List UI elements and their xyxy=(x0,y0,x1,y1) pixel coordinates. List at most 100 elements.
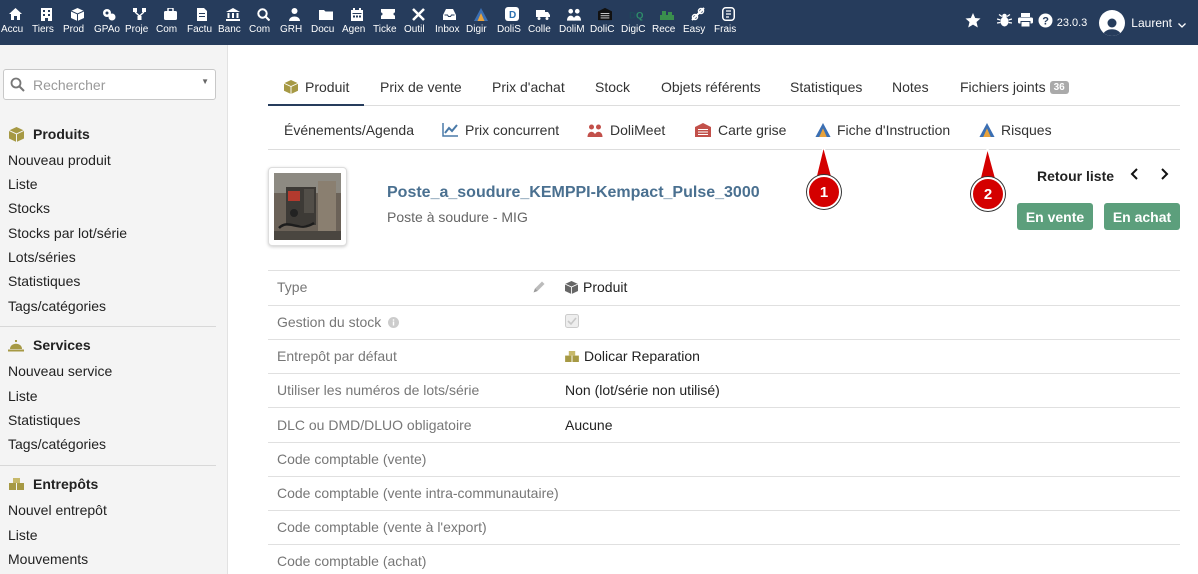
module-dolicar[interactable]: DoliC xyxy=(589,0,620,45)
status-on-sale-badge[interactable]: En vente xyxy=(1017,203,1093,230)
bug-icon[interactable] xyxy=(996,13,1012,32)
menu-item-stock-movements[interactable]: Mouvements xyxy=(8,551,88,567)
product-ref-link[interactable]: Poste_a_soudure_KEMPPI-Kempact_Pulse_300… xyxy=(387,184,760,202)
field-value: Aucune xyxy=(565,417,613,433)
tab-stock[interactable]: Stock xyxy=(595,79,630,95)
briefcase-icon xyxy=(164,7,178,21)
menu-separator xyxy=(0,326,216,327)
svg-text:?: ? xyxy=(1042,15,1049,27)
menu-item-service-stats[interactable]: Statistiques xyxy=(8,412,80,428)
module-dolisirh[interactable]: D DoliS xyxy=(496,0,527,45)
module-easya[interactable]: Easy xyxy=(682,0,713,45)
users-icon xyxy=(566,7,581,21)
module-collect[interactable]: Colle xyxy=(527,0,558,45)
product-photo[interactable] xyxy=(268,167,347,246)
menu-item-service-tags[interactable]: Tags/catégories xyxy=(8,436,106,452)
ticket-icon xyxy=(380,7,395,21)
menu-item-stocks[interactable]: Stocks xyxy=(8,200,50,216)
pencil-edit-icon[interactable] xyxy=(532,280,546,297)
menu-item-stocks-by-lot[interactable]: Stocks par lot/série xyxy=(8,225,127,241)
module-hrm[interactable]: GRH xyxy=(279,0,310,45)
menu-item-warehouse-list[interactable]: Liste xyxy=(8,527,38,543)
info-icon[interactable] xyxy=(388,315,400,331)
print-icon[interactable] xyxy=(1017,13,1033,32)
module-home[interactable]: Accu xyxy=(0,0,31,45)
tab-buy-price[interactable]: Prix d'achat xyxy=(492,79,565,95)
menu-item-product-stats[interactable]: Statistiques xyxy=(8,273,80,289)
field-row-lot-serial: Utiliser les numéros de lots/série Non (… xyxy=(268,373,1180,407)
tab-product[interactable]: Produit xyxy=(284,79,349,95)
module-accounting[interactable]: Com xyxy=(248,0,279,45)
field-value: Non (lot/série non utilisé) xyxy=(565,382,720,398)
search-select[interactable]: Rechercher ▼ xyxy=(3,69,216,100)
module-expenses[interactable]: Frais xyxy=(713,0,744,45)
field-row-accounting-sell: Code comptable (vente) xyxy=(268,442,1180,476)
home-icon xyxy=(9,7,23,21)
module-products[interactable]: Prod xyxy=(62,0,93,45)
stock-management-checkbox[interactable] xyxy=(565,314,579,331)
module-tools[interactable]: Outil xyxy=(403,0,434,45)
menu-item-new-warehouse[interactable]: Nouvel entrepôt xyxy=(8,502,107,518)
menu-section-services[interactable]: Services xyxy=(8,337,91,353)
files-count-badge: 36 xyxy=(1049,80,1069,94)
chart-line-icon xyxy=(442,123,458,137)
users-icon xyxy=(587,124,603,137)
back-to-list-link[interactable]: Retour liste xyxy=(1037,168,1114,184)
menu-separator xyxy=(0,465,216,466)
folder-icon xyxy=(318,7,333,21)
menu-item-service-list[interactable]: Liste xyxy=(8,388,38,404)
tab-sell-price[interactable]: Prix de vente xyxy=(380,79,462,95)
module-tiers[interactable]: Tiers xyxy=(31,0,62,45)
menu-section-warehouses[interactable]: Entrepôts xyxy=(8,476,98,492)
module-dolimeet[interactable]: DoliM xyxy=(558,0,589,45)
tab-notes[interactable]: Notes xyxy=(892,79,929,95)
expense-icon xyxy=(722,7,736,21)
digirisk-icon xyxy=(815,123,831,137)
svg-text:D: D xyxy=(629,10,636,21)
module-reception[interactable]: Rece xyxy=(651,0,682,45)
version-number: 23.0.3 xyxy=(1056,16,1088,29)
tools-icon xyxy=(412,7,426,21)
menu-item-product-list[interactable]: Liste xyxy=(8,176,38,192)
bookmark-star-icon[interactable] xyxy=(965,12,981,33)
module-digiquali[interactable]: DQ DigiC xyxy=(620,0,651,45)
warehouse-link[interactable]: Dolicar Reparation xyxy=(584,348,700,364)
tab-referring-objects[interactable]: Objets référents xyxy=(661,79,761,95)
project-icon xyxy=(133,7,147,21)
help-icon[interactable]: ? xyxy=(1038,13,1053,33)
tab-attached-files[interactable]: Fichiers joints 36 xyxy=(960,79,1069,95)
previous-record-button[interactable] xyxy=(1130,167,1139,183)
module-gpao[interactable]: GPAo xyxy=(93,0,124,45)
tab-carte-grise[interactable]: Carte grise xyxy=(695,122,786,138)
module-commercial[interactable]: Com xyxy=(155,0,186,45)
callout-marker-1: 1 xyxy=(805,145,845,215)
user-menu[interactable]: Laurent xyxy=(1099,9,1186,36)
tabs-divider xyxy=(268,149,1180,150)
tab-risks[interactable]: Risques xyxy=(979,122,1052,138)
tab-events[interactable]: Événements/Agenda xyxy=(284,122,414,138)
cube-icon xyxy=(565,280,578,294)
menu-item-new-product[interactable]: Nouveau produit xyxy=(8,152,111,168)
module-projects[interactable]: Proje xyxy=(124,0,155,45)
truck-icon xyxy=(535,7,550,21)
status-on-purchase-badge[interactable]: En achat xyxy=(1104,203,1180,230)
module-tickets[interactable]: Ticke xyxy=(372,0,403,45)
menu-item-product-tags[interactable]: Tags/catégories xyxy=(8,298,106,314)
tab-dolimeet[interactable]: DoliMeet xyxy=(587,122,665,138)
module-bank[interactable]: Banc xyxy=(217,0,248,45)
module-documents[interactable]: Docu xyxy=(310,0,341,45)
digiquali-icon: DQ xyxy=(629,7,643,21)
menu-section-products[interactable]: Produits xyxy=(8,126,90,142)
tab-competitor-price[interactable]: Prix concurrent xyxy=(442,122,559,138)
menu-item-new-service[interactable]: Nouveau service xyxy=(8,363,112,379)
module-inbox[interactable]: Inbox xyxy=(434,0,465,45)
module-billing[interactable]: Factu xyxy=(186,0,217,45)
field-row-accounting-buy: Code comptable (achat) xyxy=(268,544,1180,574)
digirisk-icon xyxy=(473,7,488,21)
module-agenda[interactable]: Agen xyxy=(341,0,372,45)
menu-item-lots[interactable]: Lots/séries xyxy=(8,249,76,265)
tab-statistics[interactable]: Statistiques xyxy=(790,79,862,95)
module-digirisk[interactable]: Digir xyxy=(465,0,496,45)
next-record-button[interactable] xyxy=(1160,167,1169,183)
tab-instruction-sheet[interactable]: Fiche d'Instruction xyxy=(815,122,950,138)
